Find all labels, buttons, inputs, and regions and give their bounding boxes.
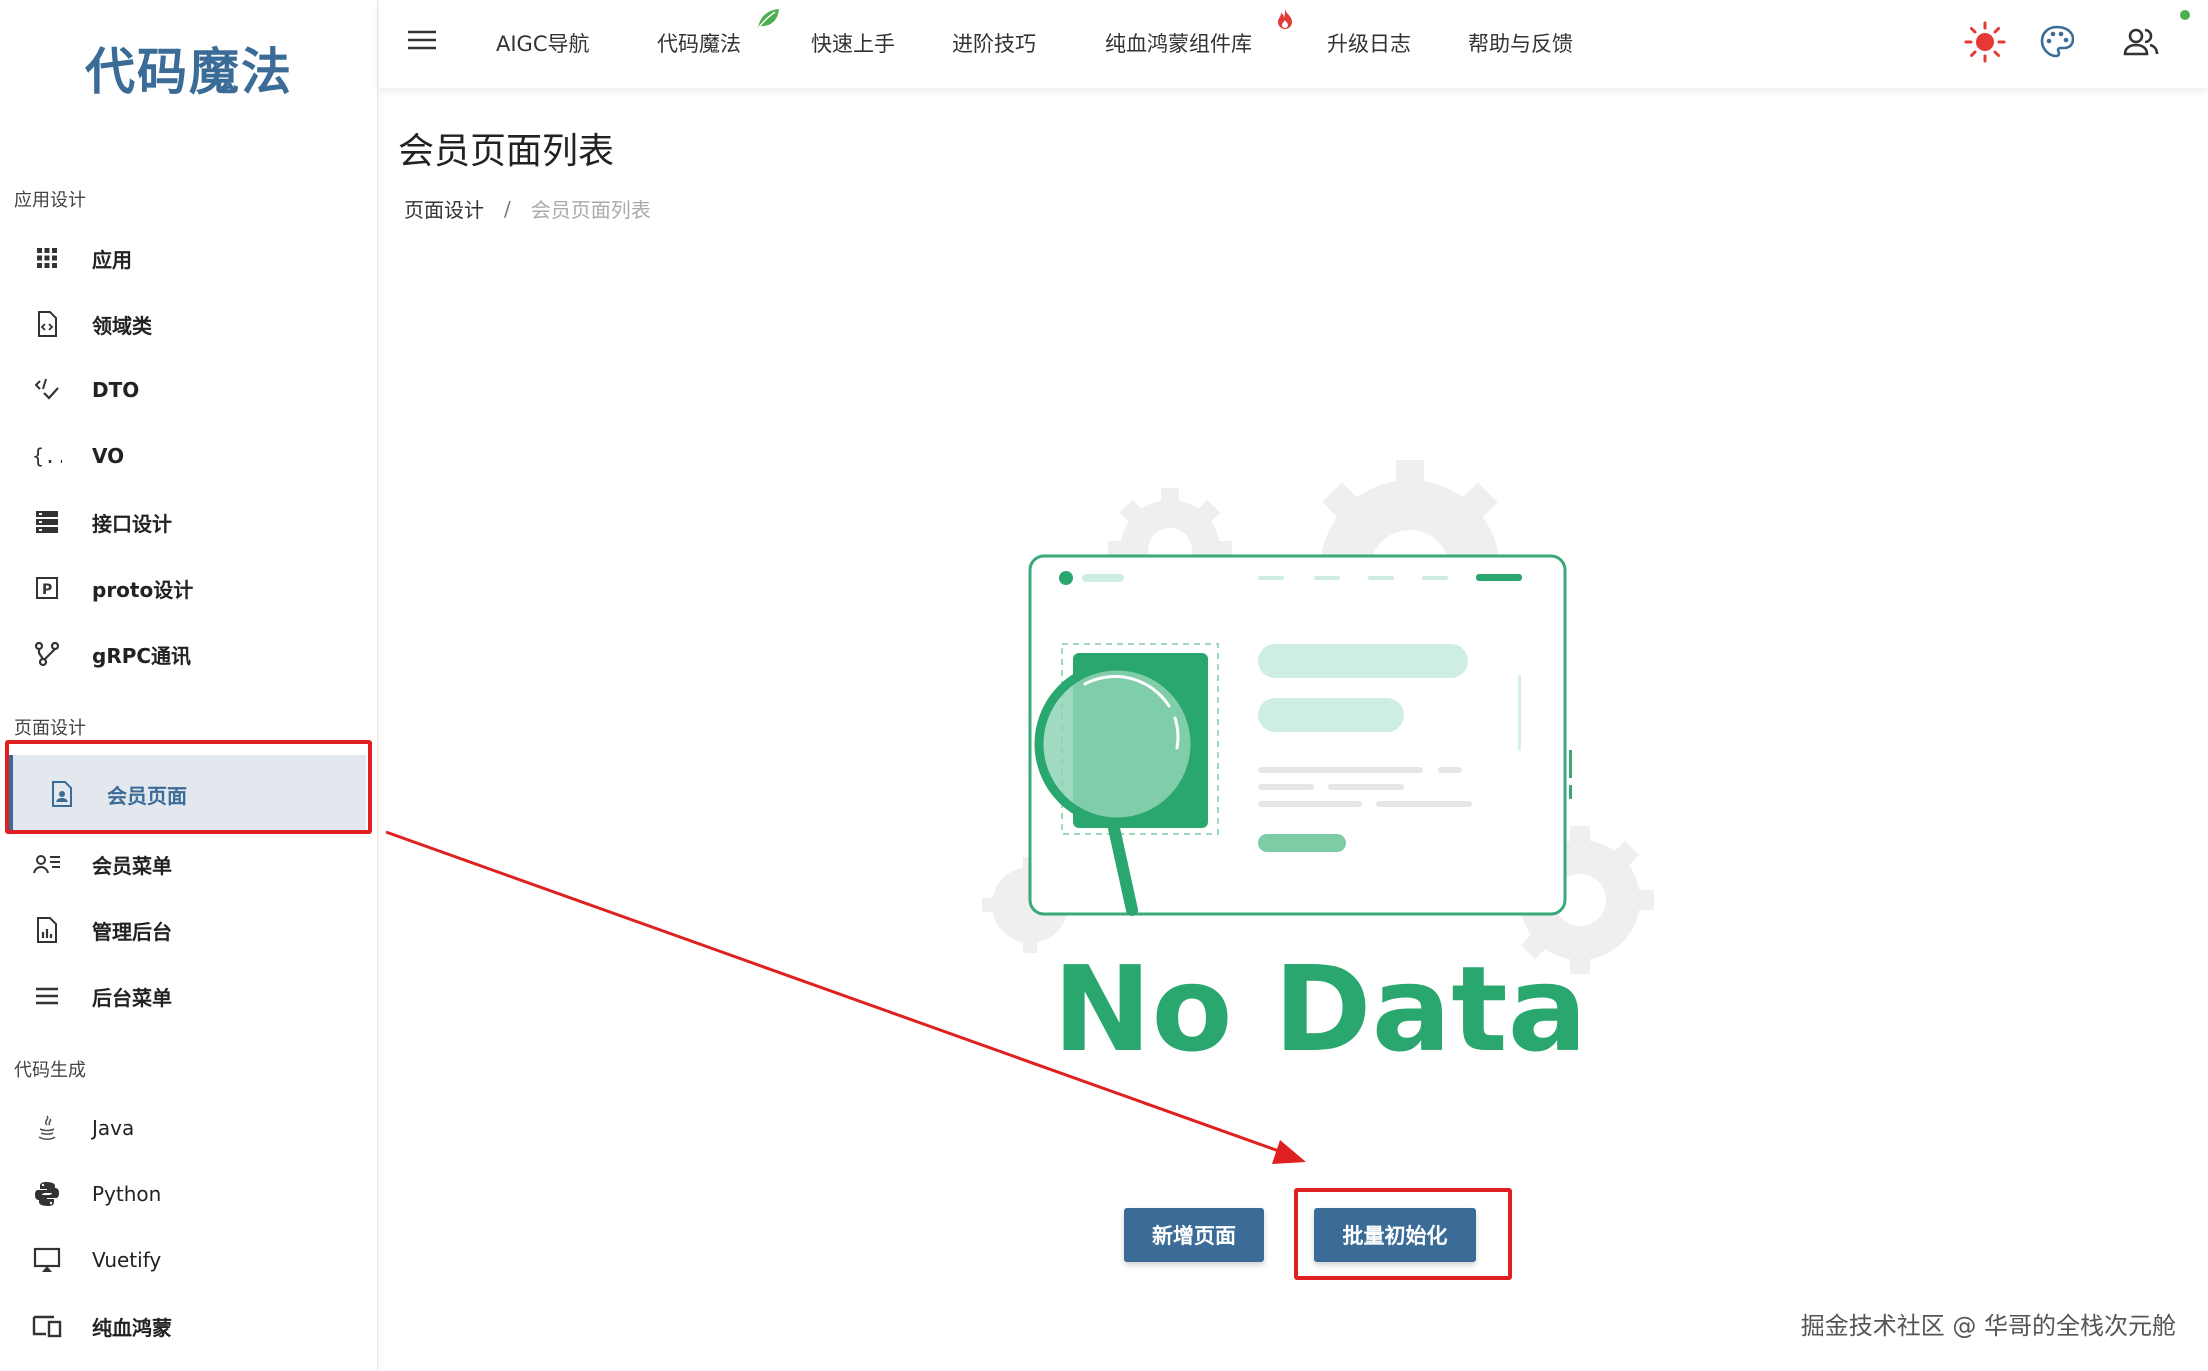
breadcrumb-parent[interactable]: 页面设计 bbox=[404, 194, 484, 223]
batch-init-button[interactable]: 批量初始化 bbox=[1314, 1208, 1476, 1262]
svg-text:{..}: {..} bbox=[32, 444, 62, 468]
server-icon bbox=[32, 507, 62, 537]
sidebar-item-vuetify[interactable]: Vuetify bbox=[0, 1227, 370, 1293]
no-data-text: No Data bbox=[1053, 940, 1588, 1078]
sidebar-item-label: gRPC通讯 bbox=[92, 643, 192, 668]
braces-icon: {..} bbox=[32, 441, 62, 471]
sidebar-item-label: 后台菜单 bbox=[92, 985, 172, 1010]
sidebar-item-label: DTO bbox=[92, 378, 140, 402]
sidebar-item-api-design[interactable]: 接口设计 bbox=[0, 489, 370, 555]
grid-icon bbox=[32, 243, 62, 273]
nav-link-advanced-tips[interactable]: 进阶技巧 bbox=[952, 28, 1036, 58]
watermark: 掘金技术社区 @ 华哥的全栈次元舱 bbox=[1800, 1312, 2176, 1340]
sidebar: 代码魔法 应用设计 应用 领域类 DTO {..} VO 接口设计 P bbox=[0, 0, 378, 1371]
leaf-icon bbox=[756, 8, 780, 34]
nav-link-code-magic[interactable]: 代码魔法 bbox=[657, 28, 741, 58]
section-title-app-design: 应用设计 bbox=[14, 190, 86, 211]
sidebar-item-admin[interactable]: 管理后台 bbox=[0, 897, 370, 963]
menu-icon bbox=[32, 981, 62, 1011]
java-icon bbox=[32, 1113, 62, 1143]
sidebar-item-label: 管理后台 bbox=[92, 919, 172, 944]
sidebar-item-python[interactable]: Python bbox=[0, 1161, 370, 1227]
sidebar-item-label: 会员菜单 bbox=[92, 853, 172, 878]
sidebar-item-vo[interactable]: {..} VO bbox=[0, 423, 370, 489]
hamburger-menu-icon[interactable] bbox=[407, 28, 439, 56]
p-box-icon: P bbox=[32, 573, 62, 603]
transfer-icon bbox=[32, 375, 62, 405]
breadcrumb-separator: / bbox=[504, 196, 511, 221]
sidebar-item-label: Java bbox=[92, 1116, 135, 1140]
devices-icon bbox=[32, 1311, 62, 1341]
code-file-icon bbox=[32, 309, 62, 339]
sidebar-item-grpc[interactable]: gRPC通讯 bbox=[0, 621, 370, 687]
sidebar-item-member-menu[interactable]: 会员菜单 bbox=[0, 831, 370, 897]
nav-link-aigc[interactable]: AIGC导航 bbox=[496, 28, 590, 58]
no-data-illustration: No Data bbox=[982, 460, 1654, 1078]
branch-icon bbox=[32, 639, 62, 669]
sidebar-item-java[interactable]: Java bbox=[0, 1095, 370, 1161]
sidebar-item-label: 纯血鸿蒙 bbox=[92, 1315, 172, 1340]
nav-link-changelog[interactable]: 升级日志 bbox=[1327, 28, 1411, 58]
python-icon bbox=[32, 1179, 62, 1209]
sidebar-item-label: 会员页面 bbox=[107, 783, 187, 808]
page-title: 会员页面列表 bbox=[398, 131, 615, 172]
sidebar-item-label: VO bbox=[92, 444, 125, 468]
sidebar-item-label: 接口设计 bbox=[92, 511, 172, 536]
fire-icon bbox=[1276, 8, 1294, 34]
top-app-bar: AIGC导航 代码魔法 快速上手 进阶技巧 纯血鸿蒙组件库 升级日志 帮助与反馈 bbox=[379, 0, 2208, 88]
sidebar-item-proto[interactable]: P proto设计 bbox=[0, 555, 370, 621]
sidebar-item-label: Python bbox=[92, 1182, 162, 1206]
nav-link-quick-start[interactable]: 快速上手 bbox=[811, 28, 895, 58]
sidebar-item-app[interactable]: 应用 bbox=[0, 225, 370, 291]
account-group-icon[interactable] bbox=[2119, 20, 2163, 64]
add-page-button[interactable]: 新增页面 bbox=[1124, 1208, 1264, 1262]
sidebar-item-dto[interactable]: DTO bbox=[0, 357, 370, 423]
breadcrumb-current: 会员页面列表 bbox=[530, 198, 651, 222]
sidebar-item-domain[interactable]: 领域类 bbox=[0, 291, 370, 357]
sidebar-item-harmony[interactable]: 纯血鸿蒙 bbox=[0, 1293, 370, 1359]
account-file-icon bbox=[47, 779, 77, 809]
sidebar-item-label: proto设计 bbox=[92, 577, 194, 602]
sidebar-item-label: 应用 bbox=[92, 247, 132, 272]
svg-text:P: P bbox=[42, 582, 52, 598]
nav-link-harmony-components[interactable]: 纯血鸿蒙组件库 bbox=[1105, 28, 1252, 58]
palette-icon[interactable] bbox=[2035, 20, 2079, 64]
chart-file-icon bbox=[32, 915, 62, 945]
monitor-icon bbox=[32, 1245, 62, 1275]
online-status-dot bbox=[2180, 10, 2190, 20]
breadcrumb: 页面设计 / 会员页面列表 bbox=[404, 194, 651, 223]
app-logo[interactable]: 代码魔法 bbox=[0, 32, 378, 104]
sidebar-item-admin-menu[interactable]: 后台菜单 bbox=[0, 963, 370, 1029]
nav-link-help-feedback[interactable]: 帮助与反馈 bbox=[1468, 28, 1573, 58]
sun-icon[interactable] bbox=[1963, 20, 2007, 64]
section-title-page-design: 页面设计 bbox=[14, 718, 86, 739]
section-title-codegen: 代码生成 bbox=[14, 1060, 86, 1081]
account-list-icon bbox=[32, 849, 62, 879]
sidebar-item-label: Vuetify bbox=[92, 1248, 162, 1272]
sidebar-item-label: 领域类 bbox=[92, 313, 152, 338]
sidebar-item-member-page[interactable]: 会员页面 bbox=[8, 755, 366, 833]
